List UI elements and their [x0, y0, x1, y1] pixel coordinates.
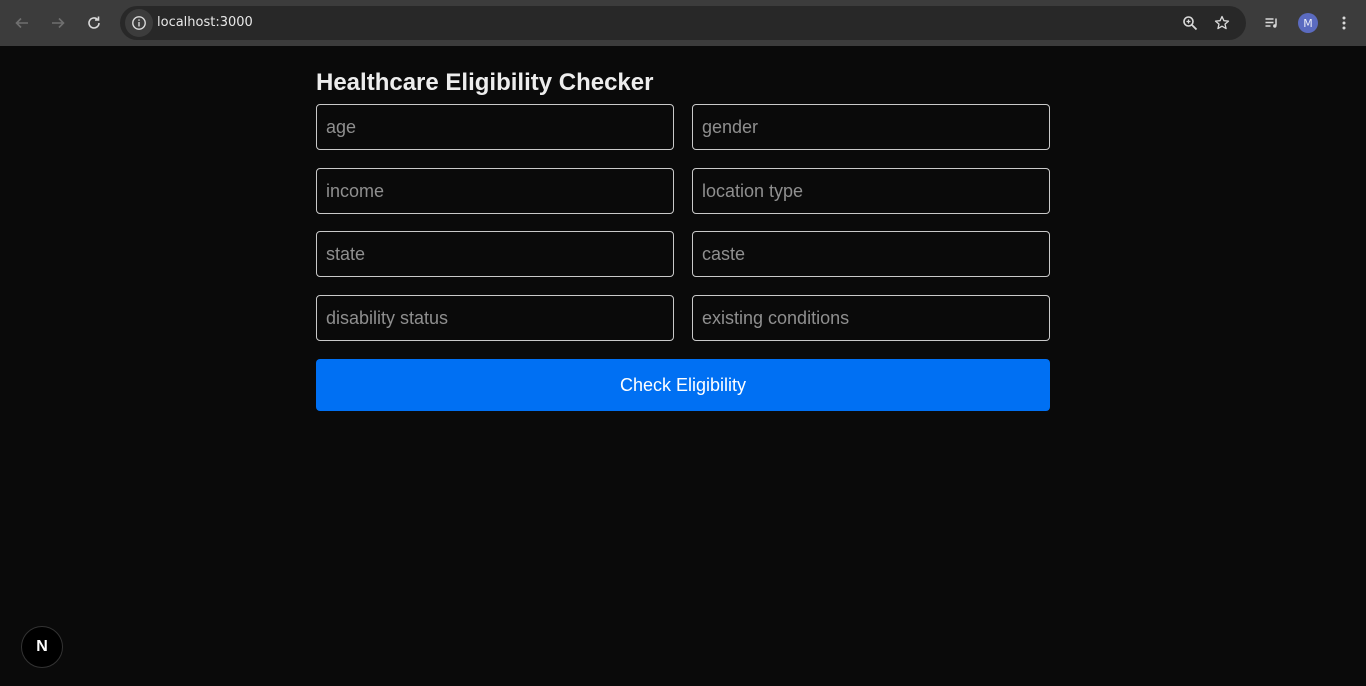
info-icon [132, 16, 146, 30]
location-type-input[interactable] [692, 168, 1050, 214]
page-title: Healthcare Eligibility Checker [316, 69, 654, 96]
check-eligibility-button[interactable]: Check Eligibility [316, 359, 1050, 411]
site-info-button[interactable] [125, 9, 153, 37]
zoom-icon [1183, 16, 1198, 31]
profile-avatar[interactable]: M [1298, 13, 1318, 33]
caste-input[interactable] [692, 231, 1050, 277]
nextjs-logo-icon: N [36, 638, 48, 655]
nextjs-dev-indicator[interactable]: N [21, 626, 63, 668]
reload-button[interactable] [79, 8, 109, 38]
url-text[interactable]: localhost:3000 [157, 15, 253, 30]
zoom-button[interactable] [1178, 11, 1202, 35]
address-bar[interactable]: localhost:3000 [120, 6, 1246, 40]
browser-toolbar: localhost:3000 M [0, 0, 1366, 46]
state-input[interactable] [316, 231, 674, 277]
existing-conditions-input[interactable] [692, 295, 1050, 341]
disability-status-input[interactable] [316, 295, 674, 341]
reload-icon [88, 16, 100, 29]
back-arrow-icon [15, 17, 28, 29]
income-input[interactable] [316, 168, 674, 214]
forward-arrow-icon [52, 17, 65, 29]
media-controls-button[interactable] [1260, 11, 1284, 35]
kebab-menu-icon [1342, 16, 1346, 30]
back-button[interactable] [7, 8, 37, 38]
browser-menu-button[interactable] [1332, 11, 1356, 35]
forward-button[interactable] [43, 8, 73, 38]
star-icon [1214, 15, 1230, 30]
bookmark-button[interactable] [1210, 11, 1234, 35]
media-queue-icon [1265, 18, 1277, 28]
gender-input[interactable] [692, 104, 1050, 150]
age-input[interactable] [316, 104, 674, 150]
